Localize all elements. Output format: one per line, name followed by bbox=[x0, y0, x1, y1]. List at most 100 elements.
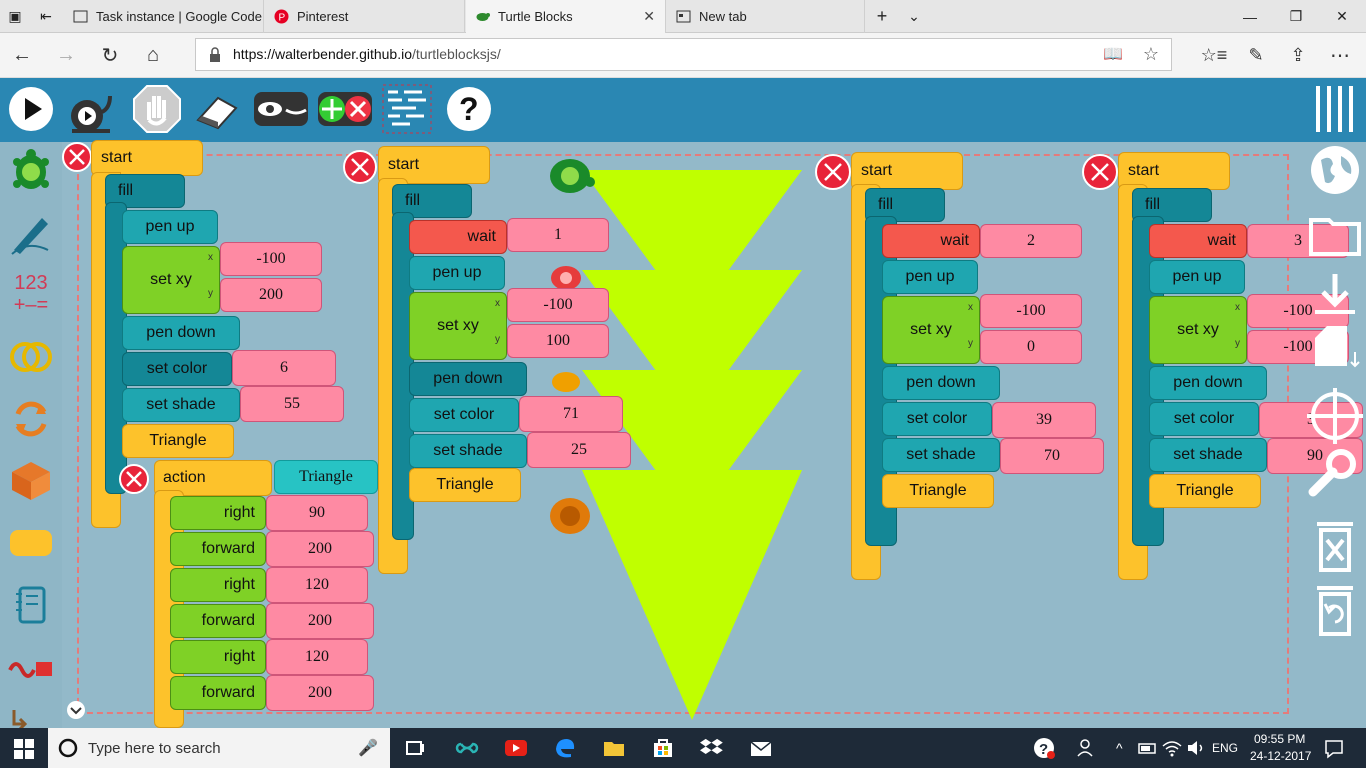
pen-palette-icon[interactable] bbox=[8, 210, 54, 256]
angle-value[interactable]: 120 bbox=[266, 567, 368, 603]
new-tab-button[interactable]: + bbox=[866, 0, 898, 33]
reading-view-icon[interactable]: 📖 bbox=[1103, 39, 1123, 70]
back-button[interactable]: ← bbox=[4, 39, 40, 71]
y-value[interactable]: 0 bbox=[980, 330, 1082, 364]
set-xy-block[interactable]: set xy bbox=[882, 296, 980, 364]
pen-up-block[interactable]: pen up bbox=[122, 210, 218, 244]
globe-icon[interactable] bbox=[1307, 142, 1363, 198]
tab-new-tab[interactable]: New tab bbox=[667, 0, 865, 33]
task-view-icon[interactable] bbox=[404, 736, 428, 760]
set-shade-block[interactable]: set shade bbox=[122, 388, 240, 422]
close-window-button[interactable]: ✕ bbox=[1319, 0, 1365, 33]
number-palette-icon[interactable]: 123 +–= bbox=[8, 272, 54, 318]
tab-preview-chevron-icon[interactable]: ⌄ bbox=[898, 0, 930, 33]
taskbar-search-box[interactable]: Type here to search 🎤 bbox=[48, 728, 390, 768]
set-color-block[interactable]: set color bbox=[409, 398, 519, 432]
save-download-icon[interactable] bbox=[1307, 270, 1363, 326]
wait-block[interactable]: wait bbox=[409, 220, 507, 254]
save-as-icon[interactable] bbox=[1307, 322, 1363, 378]
action-palette-icon[interactable] bbox=[8, 582, 54, 628]
blocks-palette-icon[interactable] bbox=[8, 458, 54, 504]
forward-block[interactable]: forward bbox=[170, 604, 266, 638]
wait-block[interactable]: wait bbox=[1149, 224, 1247, 258]
share-icon[interactable]: ⇪ bbox=[1280, 39, 1316, 71]
x-value[interactable]: -100 bbox=[980, 294, 1082, 328]
tab-turtle-blocks[interactable]: Turtle Blocks ✕ bbox=[466, 0, 666, 33]
set-color-block[interactable]: set color bbox=[1149, 402, 1259, 436]
url-field[interactable]: https://walterbender.github.io/turtleblo… bbox=[195, 38, 1172, 71]
set-shade-block[interactable]: set shade bbox=[409, 434, 527, 468]
color-value[interactable]: 71 bbox=[519, 396, 623, 432]
forward-block[interactable]: forward bbox=[170, 676, 266, 710]
close-tab-icon[interactable]: ✕ bbox=[643, 8, 655, 25]
boolean-palette-icon[interactable] bbox=[8, 334, 54, 380]
action-name-value[interactable]: Triangle bbox=[274, 460, 378, 494]
right-block[interactable]: right bbox=[170, 568, 266, 602]
flow-palette-icon[interactable] bbox=[8, 396, 54, 442]
pen-up-block[interactable]: pen up bbox=[1149, 260, 1245, 294]
tab-task-instance[interactable]: Task instance | Google Code bbox=[64, 0, 264, 33]
wait-value[interactable]: 1 bbox=[507, 218, 609, 252]
color-value[interactable]: 39 bbox=[992, 402, 1096, 438]
show-hidden-icons-chevron-icon[interactable]: ^ bbox=[1116, 740, 1123, 756]
mail-icon[interactable] bbox=[749, 736, 773, 760]
triangle-call-block[interactable]: Triangle bbox=[122, 424, 234, 458]
microphone-icon[interactable]: 🎤 bbox=[358, 738, 378, 758]
set-color-block[interactable]: set color bbox=[122, 352, 232, 386]
shade-value[interactable]: 70 bbox=[1000, 438, 1104, 474]
start-block[interactable]: start bbox=[91, 140, 203, 176]
open-folder-icon[interactable] bbox=[1307, 206, 1363, 262]
set-xy-block[interactable]: set xy bbox=[1149, 296, 1247, 364]
pen-down-block[interactable]: pen down bbox=[409, 362, 527, 396]
battery-icon[interactable] bbox=[1136, 736, 1160, 760]
angle-value[interactable]: 90 bbox=[266, 495, 368, 531]
right-block[interactable]: right bbox=[170, 640, 266, 674]
triangle-call-block[interactable]: Triangle bbox=[409, 468, 521, 502]
web-note-icon[interactable]: ✎ bbox=[1238, 39, 1274, 71]
help-icon[interactable]: ? bbox=[444, 84, 494, 134]
windows-start-icon[interactable] bbox=[14, 739, 34, 759]
triangle-call-block[interactable]: Triangle bbox=[882, 474, 994, 508]
file-explorer-icon[interactable] bbox=[602, 736, 626, 760]
run-icon[interactable] bbox=[6, 84, 56, 134]
dropbox-icon[interactable] bbox=[700, 736, 724, 760]
block-canvas[interactable]: start fill pen up set xy x y -100 200 pe… bbox=[62, 140, 1366, 728]
favorites-hub-icon[interactable]: ☆≡ bbox=[1196, 39, 1232, 71]
forward-button[interactable]: → bbox=[48, 39, 84, 71]
set-xy-block[interactable]: set xy bbox=[122, 246, 220, 314]
collapse-stack-icon[interactable] bbox=[62, 142, 92, 172]
trash-icon[interactable] bbox=[1307, 518, 1363, 574]
wifi-icon[interactable] bbox=[1160, 736, 1184, 760]
collapse-stack-icon[interactable] bbox=[815, 154, 851, 190]
forward-block[interactable]: forward bbox=[170, 532, 266, 566]
distance-value[interactable]: 200 bbox=[266, 675, 374, 711]
restore-trash-icon[interactable] bbox=[1307, 582, 1363, 638]
pen-down-block[interactable]: pen down bbox=[122, 316, 240, 350]
more-icon[interactable]: ⋯ bbox=[1322, 39, 1358, 71]
search-magnifier-icon[interactable] bbox=[1307, 446, 1363, 502]
home-button[interactable]: ⌂ bbox=[135, 39, 171, 71]
clock-time[interactable]: 09:55 PM bbox=[1254, 732, 1305, 746]
grid-coordinates-icon[interactable] bbox=[1307, 388, 1363, 444]
shade-value[interactable]: 25 bbox=[527, 432, 631, 468]
set-tabs-aside-icon[interactable]: ⇤ bbox=[30, 0, 62, 33]
hide-blocks-eye-icon[interactable] bbox=[252, 84, 310, 134]
language-indicator[interactable]: ENG bbox=[1212, 741, 1238, 755]
stop-hand-icon[interactable] bbox=[132, 84, 182, 134]
menu-bars-icon[interactable] bbox=[1310, 84, 1360, 134]
turtle-palette-icon[interactable] bbox=[8, 148, 54, 194]
collapse-stack-icon[interactable] bbox=[119, 464, 149, 494]
set-color-block[interactable]: set color bbox=[882, 402, 992, 436]
run-slow-snail-icon[interactable] bbox=[66, 84, 116, 134]
set-xy-block[interactable]: set xy bbox=[409, 292, 507, 360]
edge-browser-icon[interactable] bbox=[553, 736, 577, 760]
youtube-icon[interactable] bbox=[504, 736, 528, 760]
refresh-button[interactable]: ↻ bbox=[92, 39, 128, 71]
y-value[interactable]: 200 bbox=[220, 278, 322, 312]
collapse-stack-icon[interactable] bbox=[1082, 154, 1118, 190]
extras-palette-icon[interactable] bbox=[8, 644, 54, 690]
action-center-icon[interactable] bbox=[1322, 736, 1346, 760]
pen-down-block[interactable]: pen down bbox=[882, 366, 1000, 400]
right-block[interactable]: right bbox=[170, 496, 266, 530]
set-shade-block[interactable]: set shade bbox=[1149, 438, 1267, 472]
